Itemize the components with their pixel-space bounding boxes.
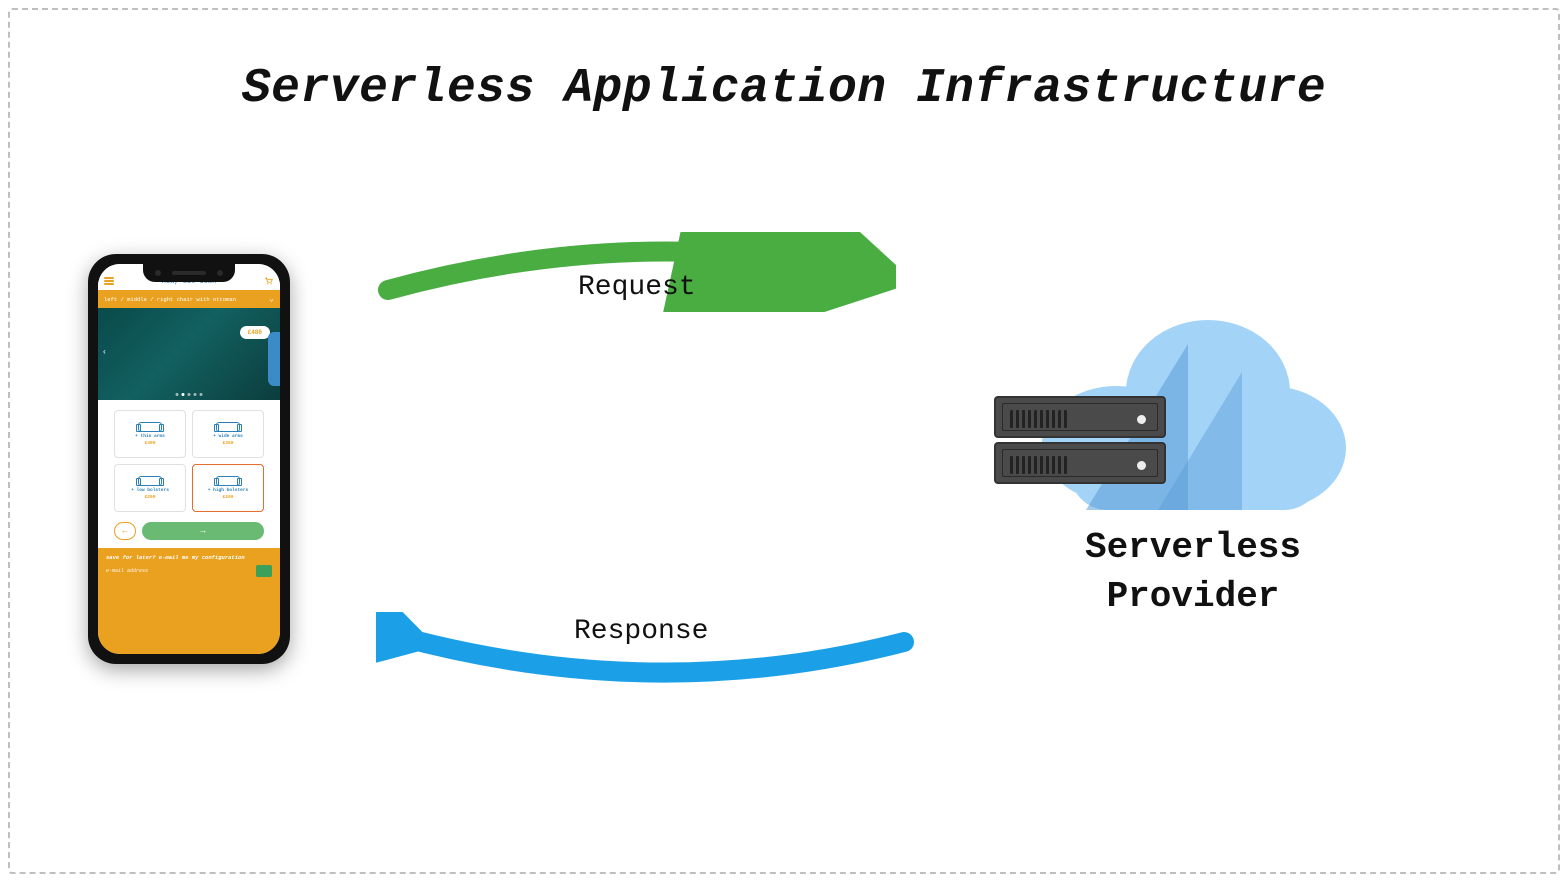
server-icon bbox=[994, 396, 1166, 438]
provider-label: Serverless Provider bbox=[1048, 524, 1338, 621]
sofa-icon bbox=[216, 422, 240, 432]
serverless-provider-graphic bbox=[994, 314, 1344, 528]
banner-text: left / middle / right chair with ottoman bbox=[104, 296, 236, 303]
server-icon bbox=[994, 442, 1166, 484]
phone-mockup: now, sit down left / middle / right chai… bbox=[88, 254, 290, 664]
response-label: Response bbox=[574, 616, 708, 647]
chevron-down-icon: ⌄ bbox=[269, 294, 274, 304]
option-card-selected: + high bolsters £200 bbox=[192, 464, 264, 512]
sofa-icon bbox=[138, 476, 162, 486]
phone-screen: now, sit down left / middle / right chai… bbox=[98, 264, 280, 654]
back-button: ← bbox=[114, 522, 136, 540]
option-card: + wide arms £350 bbox=[192, 410, 264, 458]
nav-row: ← → bbox=[98, 520, 280, 548]
carousel-dots bbox=[176, 393, 203, 396]
option-card: + low bolsters £200 bbox=[114, 464, 186, 512]
submit-button bbox=[256, 565, 272, 577]
hamburger-icon bbox=[104, 277, 114, 285]
option-card: + thin arms £300 bbox=[114, 410, 186, 458]
sofa-icon bbox=[216, 476, 240, 486]
next-button: → bbox=[142, 522, 264, 540]
save-section: save for later? e-mail me my configurati… bbox=[98, 548, 280, 654]
hero-price: £480 bbox=[240, 326, 270, 339]
hero-carousel: ‹ £480 bbox=[98, 308, 280, 400]
diagram-title: Serverless Application Infrastructure bbox=[0, 62, 1568, 116]
options-grid: + thin arms £300 + wide arms £350 + low … bbox=[98, 400, 280, 520]
sofa-icon bbox=[138, 422, 162, 432]
request-label: Request bbox=[578, 272, 696, 303]
chevron-left-icon: ‹ bbox=[102, 348, 112, 360]
server-stack bbox=[994, 396, 1166, 488]
phone-notch bbox=[143, 264, 235, 282]
contact-tab bbox=[268, 332, 280, 386]
cart-icon bbox=[264, 276, 274, 286]
config-banner: left / middle / right chair with ottoman… bbox=[98, 290, 280, 308]
